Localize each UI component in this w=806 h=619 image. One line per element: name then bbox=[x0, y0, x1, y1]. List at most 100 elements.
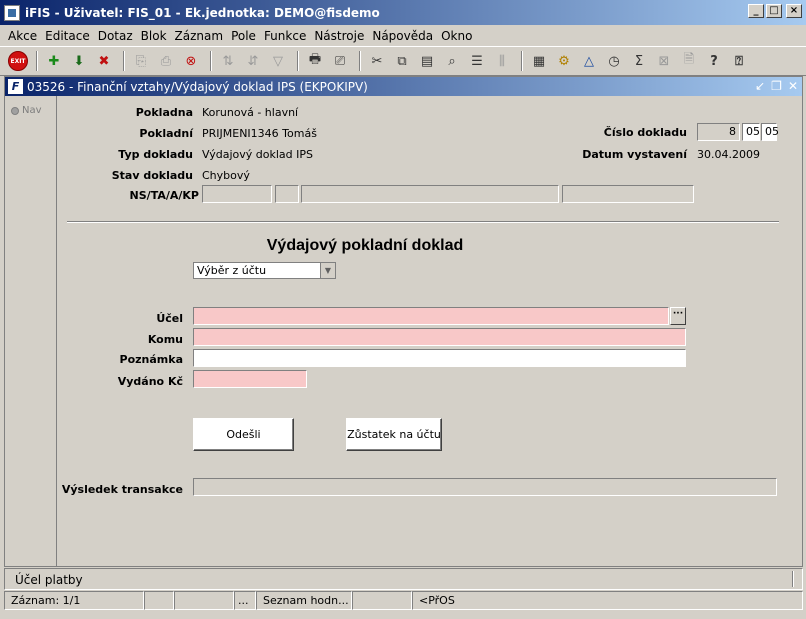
toolbar-separator bbox=[521, 51, 523, 71]
status-cell-empty bbox=[174, 591, 234, 610]
typ-dokladu-value: Výdajový doklad IPS bbox=[202, 148, 313, 161]
menu-nastroje[interactable]: Nástroje bbox=[310, 29, 368, 43]
list-icon[interactable]: ☰ bbox=[466, 50, 488, 72]
context-help-icon[interactable]: ⍰ bbox=[728, 50, 750, 72]
datum-vystaveni-value: 30.04.2009 bbox=[697, 148, 760, 161]
menu-blok[interactable]: Blok bbox=[137, 29, 171, 43]
clock-icon[interactable]: ◷ bbox=[603, 50, 625, 72]
close-form-icon[interactable]: ⊠ bbox=[653, 50, 675, 72]
save-icon[interactable]: ⬇ bbox=[68, 50, 90, 72]
toolbar-separator bbox=[36, 51, 38, 71]
maximize-button[interactable]: □ bbox=[766, 4, 782, 18]
sort-desc-icon[interactable]: ⇵ bbox=[242, 50, 264, 72]
pokladna-value: Korunová - hlavní bbox=[202, 106, 299, 119]
filter-icon[interactable]: ▽ bbox=[267, 50, 289, 72]
pokladna-label: Pokladna bbox=[135, 106, 193, 119]
paste-icon[interactable]: ▤ bbox=[416, 50, 438, 72]
ns-ta-label: NS/TA/A/KP bbox=[129, 189, 199, 202]
status-dots: ... bbox=[234, 591, 256, 610]
columns-icon[interactable]: ⫼ bbox=[491, 50, 513, 72]
menu-zaznam[interactable]: Záznam bbox=[171, 29, 228, 43]
status-line: Záznam: 1/1 ... Seznam hodn... <PřOS bbox=[4, 591, 803, 610]
form-close-icon[interactable]: ✕ bbox=[788, 79, 798, 93]
ucel-field[interactable] bbox=[193, 307, 669, 325]
ns-field[interactable] bbox=[202, 185, 272, 203]
list-of-values-indicator: Seznam hodn... bbox=[256, 591, 352, 610]
nav-item[interactable]: Nav bbox=[11, 105, 42, 116]
pokladni-value: PRIJMENI1346 Tomáš bbox=[202, 127, 317, 140]
calculator-icon[interactable]: ▦ bbox=[528, 50, 550, 72]
status-cell-empty bbox=[144, 591, 174, 610]
warning-icon[interactable]: △ bbox=[578, 50, 600, 72]
form-minimize-icon[interactable]: ↙ bbox=[755, 79, 765, 93]
record-indicator: Záznam: 1/1 bbox=[4, 591, 144, 610]
form-window: F 03526 - Finanční vztahy/Výdajový dokla… bbox=[4, 76, 803, 567]
help-icon[interactable]: ? bbox=[703, 50, 725, 72]
cislo-dokladu-field-2[interactable]: 05 bbox=[742, 123, 760, 141]
nav-radio-icon bbox=[11, 106, 19, 115]
komu-field[interactable] bbox=[193, 328, 686, 346]
delete-record-icon[interactable]: ✖ bbox=[93, 50, 115, 72]
form-title: 03526 - Finanční vztahy/Výdajový doklad … bbox=[27, 79, 368, 94]
hint-text: Účel platby bbox=[15, 573, 83, 587]
find-icon[interactable]: ⌕ bbox=[441, 50, 463, 72]
insert-record-icon[interactable]: ✚ bbox=[43, 50, 65, 72]
vydano-label: Vydáno Kč bbox=[117, 375, 183, 388]
poznamka-field[interactable] bbox=[193, 349, 686, 367]
exit-icon[interactable]: EXIT bbox=[8, 51, 28, 71]
document-icon[interactable]: 🗎 bbox=[678, 50, 700, 72]
tools-icon[interactable]: ⚙ bbox=[553, 50, 575, 72]
pokladni-label: Pokladní bbox=[139, 127, 193, 140]
app-icon bbox=[4, 4, 20, 21]
kp-field[interactable] bbox=[562, 185, 694, 203]
result-label: Výsledek transakce bbox=[61, 483, 183, 496]
stav-dokladu-value: Chybový bbox=[202, 169, 250, 182]
copy-icon[interactable]: ⧉ bbox=[391, 50, 413, 72]
a-field[interactable] bbox=[301, 185, 559, 203]
close-button[interactable]: × bbox=[786, 4, 802, 18]
source-select[interactable]: Výběr z účtu ▼ bbox=[193, 262, 336, 279]
menu-akce[interactable]: Akce bbox=[4, 29, 41, 43]
menu-editace[interactable]: Editace bbox=[41, 29, 94, 43]
form-titlebar: F 03526 - Finanční vztahy/Výdajový dokla… bbox=[5, 77, 802, 96]
ta-field[interactable] bbox=[275, 185, 299, 203]
form-restore-icon[interactable]: ❐ bbox=[771, 79, 782, 93]
mode-indicator: <PřOS bbox=[412, 591, 803, 610]
menu-pole[interactable]: Pole bbox=[227, 29, 260, 43]
print-preview-icon[interactable]: ⎚ bbox=[329, 50, 351, 72]
ucel-label: Účel bbox=[156, 312, 183, 325]
vydano-field[interactable] bbox=[193, 370, 307, 388]
cut-icon[interactable]: ✂ bbox=[366, 50, 388, 72]
query-execute-icon[interactable]: ⎙ bbox=[155, 50, 177, 72]
toolbar-separator bbox=[359, 51, 361, 71]
status-bar: Účel platby Záznam: 1/1 ... Seznam hodn.… bbox=[4, 568, 803, 616]
menu-okno[interactable]: Okno bbox=[437, 29, 476, 43]
query-enter-icon[interactable]: ⎘ bbox=[130, 50, 152, 72]
sort-asc-icon[interactable]: ⇅ bbox=[217, 50, 239, 72]
poznamka-label: Poznámka bbox=[119, 353, 183, 366]
form-app-icon: F bbox=[8, 79, 23, 94]
balance-button[interactable]: Zůstatek na účtu bbox=[346, 418, 442, 451]
menu-funkce[interactable]: Funkce bbox=[260, 29, 310, 43]
komu-label: Komu bbox=[147, 333, 183, 346]
toolbar: EXIT ✚ ⬇ ✖ ⎘ ⎙ ⊗ ⇅ ⇵ ▽ 🖶 ⎚ ✂ ⧉ ▤ ⌕ ☰ ⫼ ▦… bbox=[0, 46, 806, 76]
query-cancel-icon[interactable]: ⊗ bbox=[180, 50, 202, 72]
chevron-down-icon[interactable]: ▼ bbox=[320, 263, 335, 278]
cislo-dokladu-field-3[interactable]: 05 bbox=[761, 123, 779, 141]
cislo-dokladu-label: Číslo dokladu bbox=[603, 126, 687, 139]
divider bbox=[67, 221, 779, 223]
typ-dokladu-label: Typ dokladu bbox=[118, 148, 193, 161]
sum-icon[interactable]: Σ bbox=[628, 50, 650, 72]
menu-dotaz[interactable]: Dotaz bbox=[94, 29, 137, 43]
window-titlebar: iFIS - Uživatel: FIS_01 - Ek.jednotka: D… bbox=[0, 0, 806, 25]
minimize-button[interactable]: _ bbox=[748, 4, 764, 18]
form-heading: Výdajový pokladní doklad bbox=[266, 237, 464, 254]
print-icon[interactable]: 🖶 bbox=[304, 50, 326, 72]
menu-bar: Akce Editace Dotaz Blok Záznam Pole Funk… bbox=[0, 25, 806, 46]
ellipsis-icon[interactable]: ··· bbox=[670, 307, 686, 325]
window-title: iFIS - Uživatel: FIS_01 - Ek.jednotka: D… bbox=[25, 5, 380, 20]
toolbar-separator bbox=[297, 51, 299, 71]
cislo-dokladu-field-1[interactable]: 8 bbox=[697, 123, 740, 141]
menu-napoveda[interactable]: Nápověda bbox=[368, 29, 437, 43]
send-button[interactable]: Odešli bbox=[193, 418, 294, 451]
